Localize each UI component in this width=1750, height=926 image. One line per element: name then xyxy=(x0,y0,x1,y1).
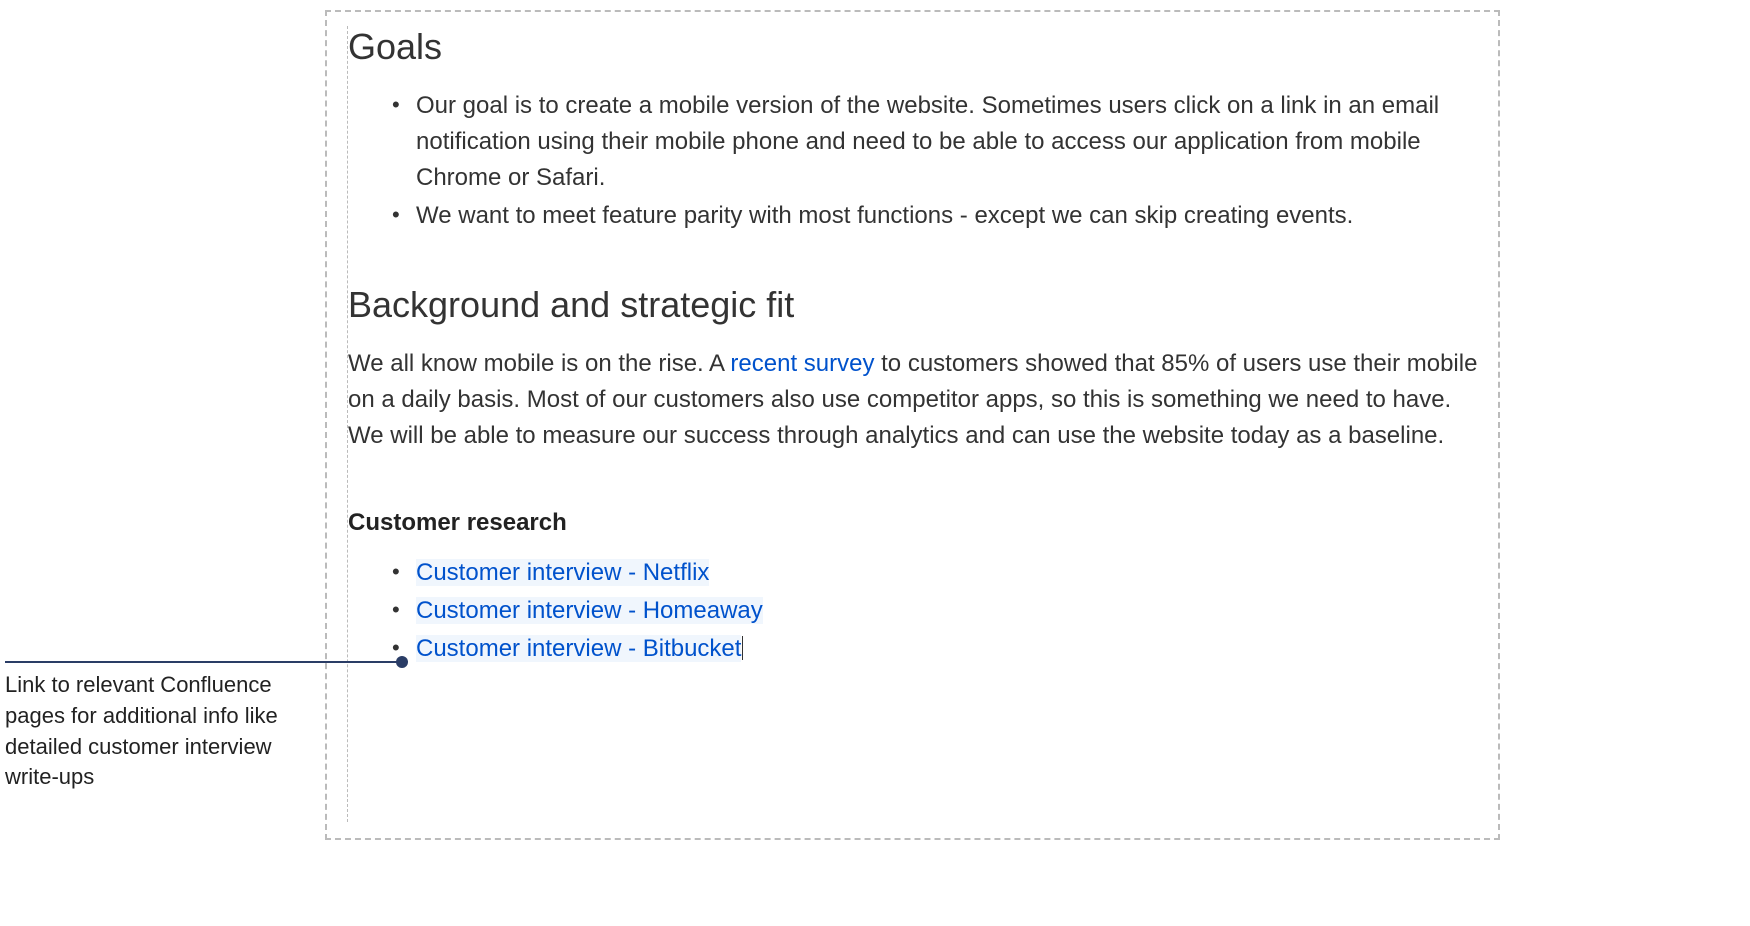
heading-background: Background and strategic fit xyxy=(348,284,1478,326)
document-frame: Goals Our goal is to create a mobile ver… xyxy=(325,10,1500,840)
annotation-text: Link to relevant Confluence pages for ad… xyxy=(5,670,305,793)
document-inner: Goals Our goal is to create a mobile ver… xyxy=(347,26,1478,822)
heading-goals: Goals xyxy=(348,26,1478,68)
background-paragraph: We all know mobile is on the rise. A rec… xyxy=(348,346,1478,454)
list-item: Customer interview - Netflix xyxy=(416,555,1478,591)
list-item: Our goal is to create a mobile version o… xyxy=(416,88,1478,196)
goals-list: Our goal is to create a mobile version o… xyxy=(348,88,1478,234)
background-text-before: We all know mobile is on the rise. A xyxy=(348,350,730,377)
customer-interview-link[interactable]: Customer interview - Bitbucket xyxy=(416,635,741,662)
list-item: Customer interview - Homeaway xyxy=(416,593,1478,629)
text-cursor xyxy=(742,636,743,660)
customer-interview-link[interactable]: Customer interview - Netflix xyxy=(416,559,709,586)
heading-customer-research: Customer research xyxy=(348,509,1478,537)
list-item: We want to meet feature parity with most… xyxy=(416,198,1478,234)
customer-research-list: Customer interview - Netflix Customer in… xyxy=(348,555,1478,667)
customer-interview-link[interactable]: Customer interview - Homeaway xyxy=(416,597,763,624)
recent-survey-link[interactable]: recent survey xyxy=(730,350,874,377)
list-item: Customer interview - Bitbucket xyxy=(416,631,1478,667)
